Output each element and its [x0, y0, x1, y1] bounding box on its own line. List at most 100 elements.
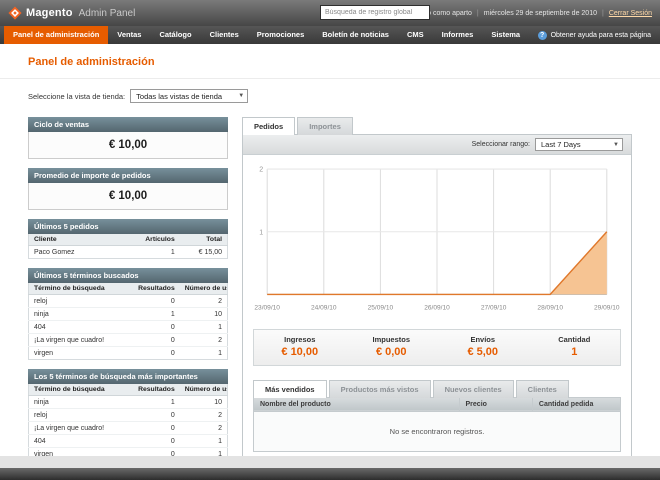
- average-orders-value: € 10,00: [28, 183, 228, 210]
- nav-item-clientes[interactable]: Clientes: [201, 26, 248, 44]
- table-cell: 0: [131, 333, 180, 347]
- tab-importes[interactable]: Importes: [297, 117, 353, 135]
- box-title: Últimos 5 pedidos: [28, 219, 228, 234]
- orders-chart: 23/09/10 24/09/10 25/09/10 26/09/10 27/09/10…: [254, 167, 620, 312]
- column-header: Resultados: [131, 283, 180, 295]
- dashboard-left-column: Ciclo de ventas € 10,00 Promedio de impo…: [28, 117, 228, 456]
- help-label: Obtener ayuda para esta página: [550, 31, 651, 39]
- table-cell: 0: [131, 320, 180, 334]
- table-cell: ninja: [28, 395, 132, 409]
- tab-pedidos[interactable]: Pedidos: [242, 117, 296, 135]
- top-search-terms-table: Término de búsqueda Resultados Número de u…: [28, 384, 228, 456]
- last-orders-box: Últimos 5 pedidos Cliente Artículos Total P…: [28, 219, 228, 259]
- last-search-terms-table: Término de búsqueda Resultados Número de u…: [28, 283, 228, 360]
- table-row: ninja 1 10: [28, 307, 228, 321]
- header-row: Nombre del producto Precio Cantidad pedida: [253, 396, 622, 412]
- table-cell: 10: [179, 307, 228, 321]
- table-cell: 0: [131, 447, 180, 456]
- nav-item-catálogo[interactable]: Catálogo: [150, 26, 200, 44]
- stat-value: € 0,00: [375, 345, 407, 358]
- bottom-grid-area: Más vendidos Productos más vistos Nuevos c…: [243, 379, 631, 456]
- dashboard-content: Panel de administración Seleccione la vi…: [0, 44, 660, 456]
- nav-item-sistema[interactable]: Sistema: [482, 26, 529, 44]
- footer-bar: [0, 468, 660, 480]
- table-cell: € 15,00: [179, 245, 228, 259]
- magento-admin-window: Magento Admin Panel Accedió como aparto …: [0, 0, 660, 480]
- table-cell: Paco Gomez: [28, 245, 132, 259]
- average-orders-box: Promedio de importe de pedidos € 10,00: [28, 168, 228, 210]
- table-row: virgen 0 1: [28, 447, 228, 456]
- table-row: reloj 0 2: [28, 408, 228, 422]
- page-help-link[interactable]: ? Obtener ayuda para esta página: [537, 26, 660, 44]
- tab-productos-más-vistos[interactable]: Productos más vistos: [328, 379, 431, 398]
- stat-cantidad: Cantidad 1: [529, 330, 621, 365]
- table-row: ¡La virgen que cuadro! 0 2: [28, 421, 228, 435]
- box-title: Promedio de importe de pedidos: [28, 168, 228, 183]
- chevron-down-icon: ▼: [238, 93, 245, 99]
- table-row: virgen 0 1: [28, 346, 228, 360]
- table-cell: 2: [179, 408, 228, 422]
- stat-label: Ingresos: [284, 334, 316, 344]
- svg-text:1: 1: [259, 229, 263, 236]
- box-title: Ciclo de ventas: [28, 117, 228, 132]
- nav-item-cms[interactable]: CMS: [398, 26, 433, 44]
- tab-clientes[interactable]: Clientes: [515, 379, 569, 398]
- column-header: Precio: [458, 396, 533, 412]
- store-view-select[interactable]: Todas las vistas de tienda ▼: [130, 89, 249, 103]
- column-header: Término de búsqueda: [28, 283, 132, 295]
- stat-envíos: Envíos € 5,00: [437, 330, 529, 365]
- global-search-input[interactable]: [320, 5, 430, 20]
- chart-tabs: Pedidos Importes: [242, 117, 632, 135]
- empty-message: No se encontraron registros.: [253, 411, 621, 452]
- column-header: Cliente: [28, 234, 132, 246]
- svg-text:24/09/10: 24/09/10: [311, 305, 337, 312]
- table-cell: 1: [131, 307, 180, 321]
- range-select[interactable]: Last 7 Days ▼: [535, 138, 623, 151]
- table-row: ninja 1 10: [28, 395, 228, 409]
- lifetime-sales-box: Ciclo de ventas € 10,00: [28, 117, 228, 159]
- column-header: Término de búsqueda: [28, 384, 132, 396]
- dashboard-right-column: Pedidos Importes Seleccionar rango: Last …: [242, 117, 632, 456]
- column-header: Resultados: [131, 384, 180, 396]
- last-orders-table: Cliente Artículos Total Paco Gomez 1 € 15,00: [28, 234, 228, 259]
- table-cell: 404: [28, 320, 132, 334]
- tab-nuevos-clientes[interactable]: Nuevos clientes: [432, 379, 514, 398]
- table-cell: 0: [131, 421, 180, 435]
- nav-item-panel-de-administración[interactable]: Panel de administración: [4, 26, 109, 44]
- svg-text:27/09/10: 27/09/10: [481, 305, 507, 312]
- stat-value: 1: [571, 345, 578, 358]
- svg-text:2: 2: [259, 167, 263, 174]
- stat-label: Envíos: [470, 334, 496, 344]
- lifetime-sales-value: € 10,00: [28, 132, 228, 159]
- tab-más-vendidos[interactable]: Más vendidos: [253, 379, 327, 398]
- dashboard-columns: Ciclo de ventas € 10,00 Promedio de impo…: [28, 117, 632, 456]
- help-icon: ?: [537, 30, 547, 40]
- table-cell: 1: [179, 434, 228, 448]
- footer-gap: [0, 456, 660, 468]
- table-cell: 10: [179, 395, 228, 409]
- table-cell: reloj: [28, 294, 132, 308]
- chevron-down-icon: ▼: [613, 141, 619, 148]
- table-cell: 0: [131, 346, 180, 360]
- nav-item-ventas[interactable]: Ventas: [108, 26, 150, 44]
- svg-text:25/09/10: 25/09/10: [368, 305, 394, 312]
- table-cell: 404: [28, 434, 132, 448]
- separator: |: [601, 9, 604, 17]
- table-cell: 0: [131, 294, 180, 308]
- logo-subtitle: Admin Panel: [78, 7, 136, 19]
- grid-tabs: Más vendidos Productos más vistos Nuevos c…: [253, 379, 621, 398]
- table-cell: 1: [131, 395, 180, 409]
- top-header: Magento Admin Panel Accedió como aparto …: [0, 0, 660, 26]
- column-header: Nombre del producto: [253, 396, 460, 412]
- products-grid: Nombre del producto Precio Cantidad pedida…: [253, 396, 622, 452]
- nav-item-promociones[interactable]: Promociones: [248, 26, 314, 44]
- stat-label: Impuestos: [372, 334, 410, 344]
- page-title: Panel de administración: [28, 56, 155, 68]
- svg-text:26/09/10: 26/09/10: [424, 305, 450, 312]
- table-row: 404 0 1: [28, 434, 228, 448]
- nav-item-boletín-de-noticias[interactable]: Boletín de noticias: [313, 26, 398, 44]
- table-cell: ninja: [28, 307, 132, 321]
- nav-item-informes[interactable]: Informes: [433, 26, 483, 44]
- stat-ingresos: Ingresos € 10,00: [254, 330, 346, 365]
- logout-link[interactable]: Cerrar Sesión: [609, 10, 652, 17]
